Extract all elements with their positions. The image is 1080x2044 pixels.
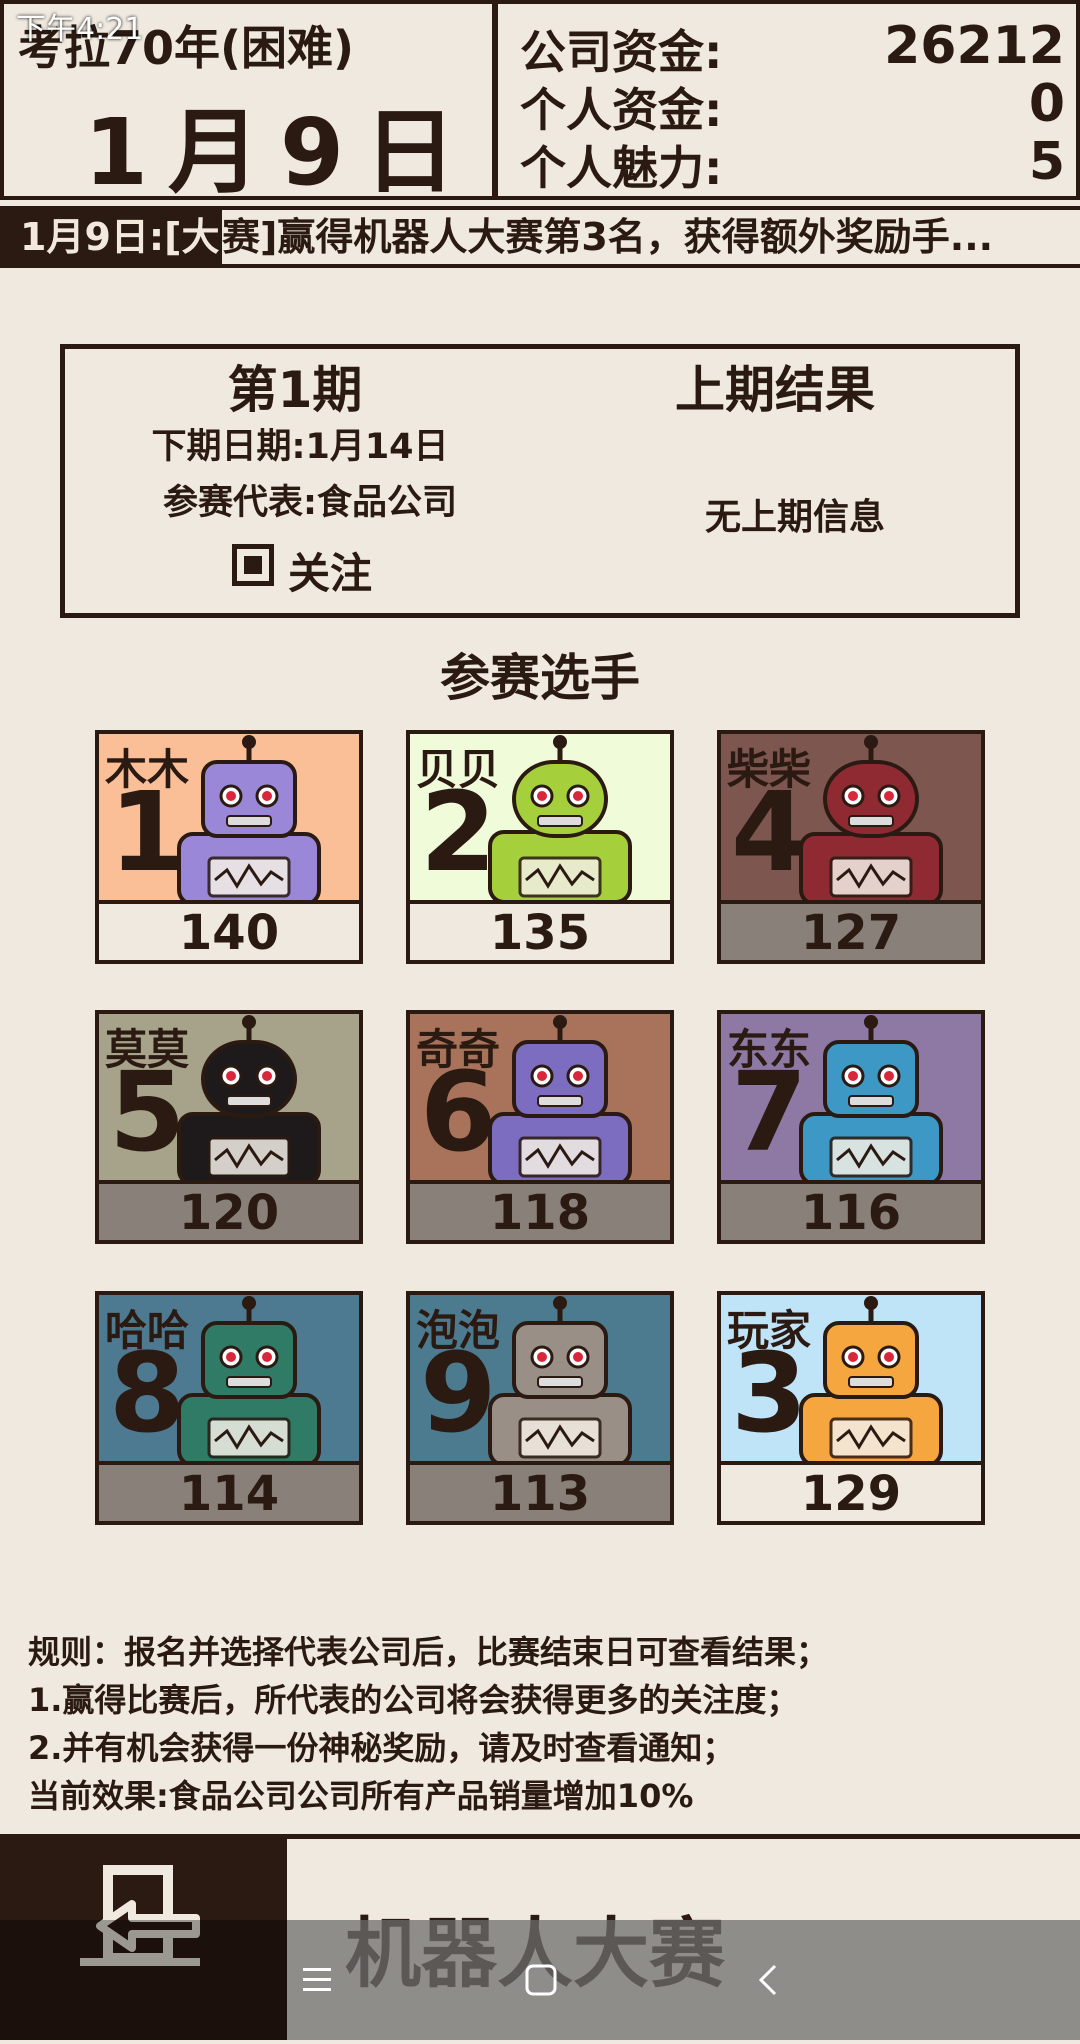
menu-icon[interactable] [301,1962,337,1998]
contestant-score: 129 [721,1461,981,1521]
contestant-card[interactable]: 玩家 3 129 [717,1291,985,1525]
ticker-date: 1月9日:[大 [20,215,220,259]
contestant-score: 140 [99,900,359,960]
ticker-text: 赛]赢得机器人大赛第3名，获得额外奖励手... [222,210,1080,264]
contestant-card[interactable]: 莫莫 5 120 [95,1010,363,1244]
rule-line: 规则：报名并选择代表公司后，比赛结束日可查看结果； [28,1633,829,1671]
contestant-score: 116 [721,1180,981,1240]
contestant-number: 8 [109,1329,186,1457]
personal-funds-value: 0 [1028,74,1065,134]
checkbox-mark [244,556,262,574]
contestant-score: 127 [721,900,981,960]
company-funds-label: 公司资金: [520,25,723,79]
next-date: 下期日期:1月14日 [151,427,449,467]
rule-line: 当前效果:食品公司公司所有产品销量增加10% [28,1777,694,1815]
contestant-score: 135 [410,900,670,960]
navbar-left-shade [0,1920,287,2040]
contestant-card[interactable]: 奇奇 6 118 [406,1010,674,1244]
last-result-title: 上期结果 [675,361,875,419]
contestant-number: 6 [420,1048,497,1176]
charm-label: 个人魅力: [520,141,723,195]
charm-row: 个人魅力: 5 [520,132,1065,195]
contestant-card[interactable]: 柴柴 4 127 [717,730,985,964]
company-funds-row: 公司资金: 26212 [520,16,1065,79]
home-icon[interactable] [523,1962,559,1998]
rules-text: 规则：报名并选择代表公司后，比赛结束日可查看结果； 1.赢得比赛后，所代表的公司… [28,1628,828,1820]
company-funds-value: 26212 [884,16,1065,76]
rule-line: 1.赢得比赛后，所代表的公司将会获得更多的关注度； [28,1681,799,1719]
back-icon[interactable] [753,1962,789,1998]
contestant-number: 2 [420,768,497,896]
status-time: 下午4:21 [16,12,144,47]
contestant-score: 113 [410,1461,670,1521]
contestant-card[interactable]: 哈哈 8 114 [95,1291,363,1525]
contestant-number: 5 [109,1048,186,1176]
contestant-number: 1 [109,768,186,896]
system-navbar [287,1920,1080,2040]
contestants-title: 参赛选手 [440,649,640,707]
period-title: 第1期 [227,361,363,419]
contestant-card[interactable]: 贝贝 2 135 [406,730,674,964]
personal-funds-label: 个人资金: [520,83,723,137]
contestant-score: 120 [99,1180,359,1240]
charm-value: 5 [1028,132,1065,192]
contestant-card[interactable]: 东东 7 116 [717,1010,985,1244]
contestant-number: 7 [731,1048,808,1176]
contestant-score: 114 [99,1461,359,1521]
representative: 参赛代表:食品公司 [163,483,457,523]
follow-toggle[interactable]: 关注 [230,540,380,600]
contestant-number: 3 [731,1329,808,1457]
contestant-score: 118 [410,1180,670,1240]
current-date: 1月9日 [84,99,477,206]
contestant-number: 9 [420,1329,497,1457]
personal-funds-row: 个人资金: 0 [520,74,1065,137]
rule-line: 2.并有机会获得一份神秘奖励，请及时查看通知； [28,1729,735,1767]
follow-checkbox[interactable] [232,544,274,586]
follow-label: 关注 [288,549,373,598]
header-divider [492,0,498,200]
contestant-card[interactable]: 木木 1 140 [95,730,363,964]
contestant-number: 4 [731,768,808,896]
last-result-info: 无上期信息 [704,497,885,538]
contestant-card[interactable]: 泡泡 9 113 [406,1291,674,1525]
